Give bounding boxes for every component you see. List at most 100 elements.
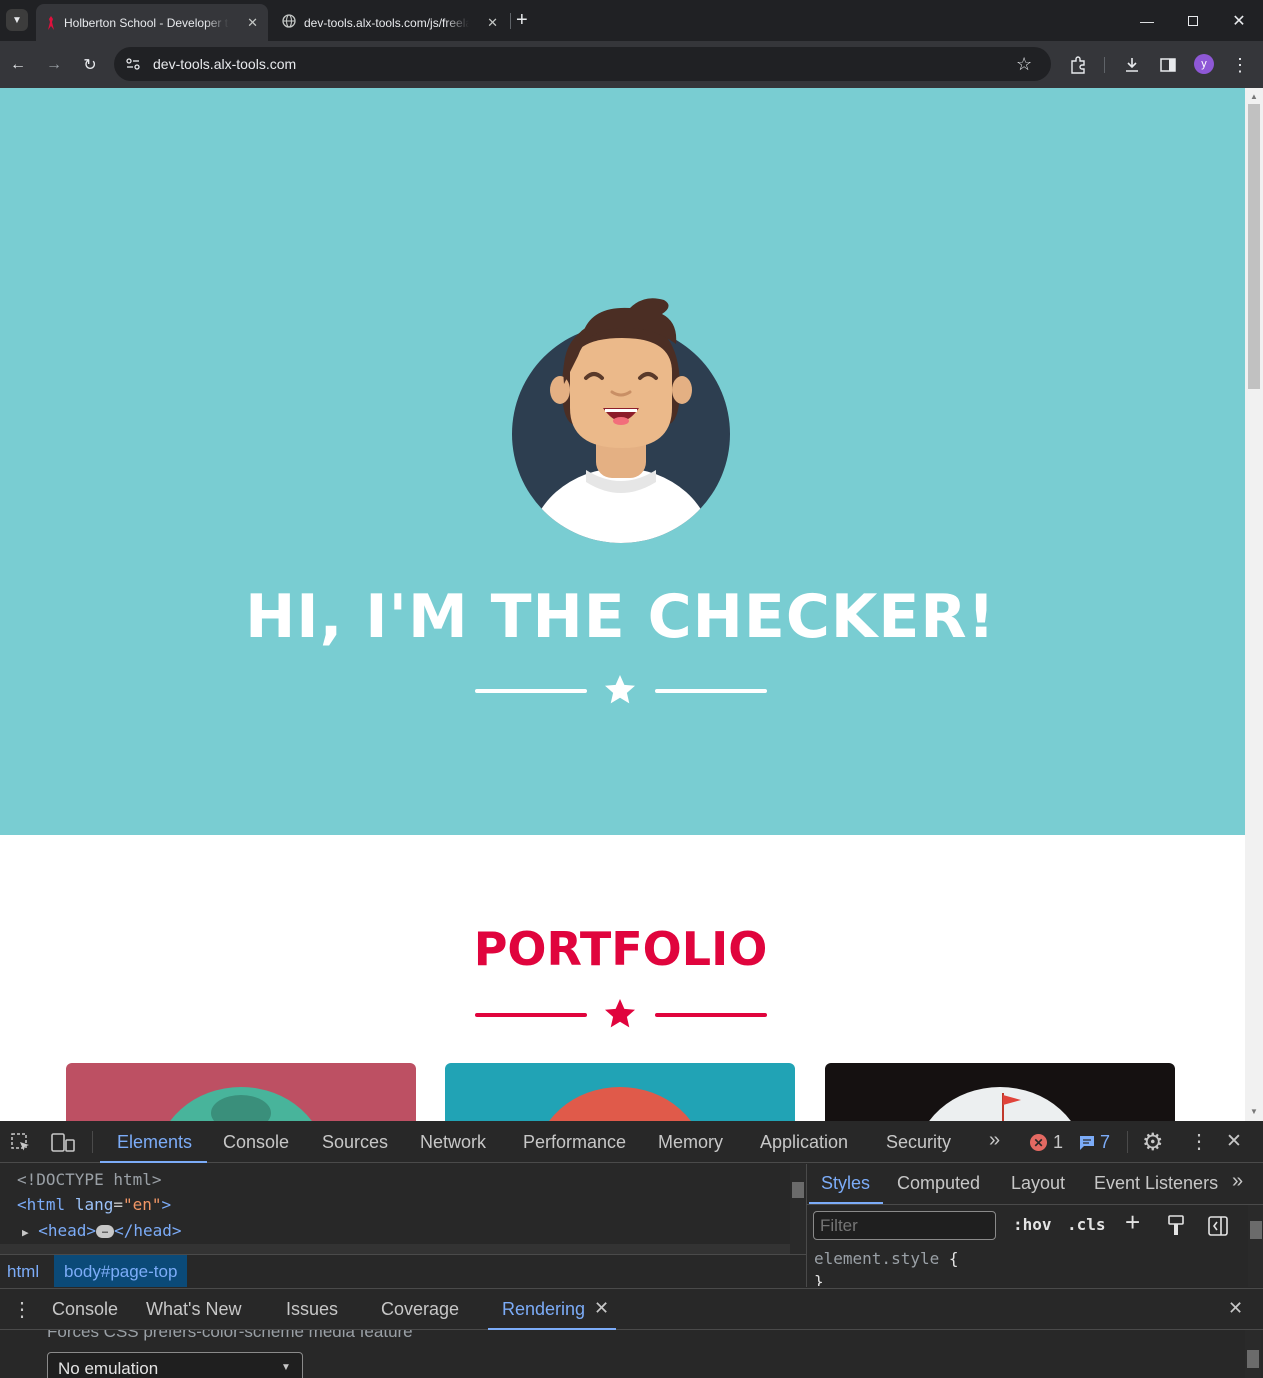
tab-holberton[interactable]: Holberton School - Developer tools ✕ (36, 4, 268, 41)
address-bar[interactable]: dev-tools.alx-tools.com ☆ (114, 47, 1051, 81)
tab-divider (1127, 1131, 1128, 1153)
hero-section: HI, I'M THE CHECKER! (0, 88, 1245, 835)
styles-scrollbar-thumb[interactable] (1250, 1221, 1262, 1239)
close-devtools-icon[interactable]: ✕ (1226, 1130, 1242, 1153)
page-scrollbar[interactable]: ▲ ▼ (1245, 88, 1263, 1121)
profile-avatar[interactable]: y (1194, 54, 1214, 74)
cls-toggle[interactable]: .cls (1067, 1215, 1106, 1234)
toggle-sidebar-icon[interactable] (1207, 1215, 1229, 1242)
element-style-rule[interactable]: element.style { (814, 1249, 959, 1268)
styles-scrollbar[interactable] (1248, 1205, 1263, 1287)
tab-layout[interactable]: Layout (1011, 1173, 1065, 1194)
tab-freelancer-js[interactable]: dev-tools.alx-tools.com/js/freelancer.mi… (272, 4, 508, 41)
head-close-tag: </head> (114, 1221, 182, 1240)
tab-styles[interactable]: Styles (821, 1173, 870, 1194)
portfolio-card-2[interactable] (445, 1063, 795, 1121)
breadcrumb: html body#page-top (0, 1254, 806, 1287)
forward-arrow-icon[interactable]: → (42, 53, 66, 77)
devtools-panel: Elements Console Sources Network Perform… (0, 1121, 1263, 1378)
tab-network[interactable]: Network (420, 1132, 486, 1153)
tab-application[interactable]: Application (760, 1132, 848, 1153)
head-open-tag: <head> (38, 1221, 97, 1240)
drawer-tab-coverage[interactable]: Coverage (381, 1299, 459, 1320)
rendering-panel: Forces CSS prefers-color-scheme media fe… (0, 1330, 1263, 1378)
close-tab-icon[interactable]: ✕ (247, 15, 258, 31)
back-arrow-icon[interactable]: ← (6, 53, 30, 77)
close-drawer-icon[interactable]: ✕ (1228, 1298, 1243, 1319)
new-style-rule-icon[interactable]: + (1125, 1209, 1140, 1235)
scrollbar-thumb[interactable] (1248, 104, 1260, 389)
paint-brush-icon[interactable] (1167, 1215, 1185, 1242)
more-tabs-icon[interactable]: » (989, 1129, 1000, 1152)
tab-search-button[interactable]: ▼ (6, 9, 28, 31)
html-tag-close: > (161, 1195, 172, 1214)
html-open-tag: <html (17, 1195, 66, 1214)
holberton-favicon-icon (46, 15, 56, 30)
reload-icon[interactable]: ↻ (78, 53, 102, 77)
portfolio-star-icon (602, 996, 638, 1037)
tab-performance[interactable]: Performance (523, 1132, 626, 1153)
toolbar-separator (1104, 57, 1105, 73)
tab-memory[interactable]: Memory (658, 1132, 723, 1153)
tab-event-listeners[interactable]: Event Listeners (1094, 1173, 1218, 1194)
tab-title: dev-tools.alx-tools.com/js/freelancer.mi… (304, 15, 469, 30)
hov-toggle[interactable]: :hov (1013, 1215, 1052, 1234)
lang-attr-name: lang (74, 1195, 114, 1214)
error-count[interactable]: 1 (1053, 1132, 1063, 1153)
message-icon[interactable] (1079, 1135, 1095, 1156)
drawer-scrollbar[interactable] (1245, 1330, 1261, 1378)
extensions-icon[interactable] (1066, 53, 1090, 77)
drawer-tab-whats-new[interactable]: What's New (146, 1299, 241, 1320)
breadcrumb-body[interactable]: body#page-top (54, 1255, 188, 1287)
download-icon[interactable] (1120, 53, 1144, 77)
tab-console[interactable]: Console (223, 1132, 289, 1153)
tab-elements[interactable]: Elements (117, 1132, 192, 1153)
close-window-icon[interactable]: ✕ (1216, 0, 1262, 41)
maximize-icon[interactable] (1170, 0, 1216, 41)
devtools-menu-icon[interactable]: ⋮ (1189, 1129, 1209, 1154)
color-scheme-select[interactable]: No emulation ▼ (47, 1352, 303, 1378)
drawer-tab-issues[interactable]: Issues (286, 1299, 338, 1320)
doctype-line[interactable]: <!DOCTYPE html> (17, 1170, 162, 1189)
chrome-menu-icon[interactable]: ⋮ (1228, 53, 1252, 77)
drawer-tabs: ⋮ Console What's New Issues Coverage Ren… (0, 1288, 1263, 1330)
collapsed-ellipsis-badge[interactable]: … (96, 1225, 115, 1238)
settings-gear-icon[interactable]: ⚙ (1142, 1128, 1164, 1157)
elements-scrollbar-thumb[interactable] (792, 1182, 804, 1198)
portfolio-divider-right (655, 1013, 767, 1017)
site-info-icon[interactable] (124, 55, 142, 78)
bookmark-star-icon[interactable]: ☆ (1016, 54, 1032, 75)
drawer-menu-icon[interactable]: ⋮ (12, 1297, 32, 1322)
message-count[interactable]: 7 (1100, 1132, 1110, 1153)
tab-sources[interactable]: Sources (322, 1132, 388, 1153)
elements-scrollbar[interactable] (790, 1164, 806, 1254)
close-rendering-tab-icon[interactable]: ✕ (594, 1298, 609, 1319)
html-tag-line[interactable]: <html lang="en"> (17, 1195, 171, 1214)
device-toolbar-icon[interactable] (50, 1132, 76, 1159)
elements-dom-tree: <!DOCTYPE html> <html lang="en"> ▶ <head… (0, 1164, 806, 1254)
breadcrumb-html[interactable]: html (7, 1262, 39, 1282)
new-tab-icon[interactable]: + (516, 10, 528, 30)
drawer-tab-rendering[interactable]: Rendering (502, 1299, 585, 1320)
styles-filter-input[interactable] (813, 1211, 996, 1240)
element-style-selector: element.style (814, 1249, 940, 1268)
tab-computed[interactable]: Computed (897, 1173, 980, 1194)
lang-attr-value: "en" (122, 1195, 162, 1214)
minimize-icon[interactable]: — (1124, 0, 1170, 41)
inspect-element-icon[interactable] (10, 1132, 32, 1159)
head-tag-line[interactable]: ▶ <head>… </head> (22, 1221, 182, 1240)
tab-security[interactable]: Security (886, 1132, 951, 1153)
scroll-down-icon[interactable]: ▼ (1250, 1107, 1258, 1116)
star-icon (602, 672, 638, 713)
portfolio-card-1[interactable] (66, 1063, 416, 1121)
error-icon[interactable]: ✕ (1030, 1134, 1047, 1151)
portfolio-card-3[interactable] (825, 1063, 1175, 1121)
drawer-scrollbar-thumb[interactable] (1247, 1350, 1259, 1368)
expand-triangle-icon[interactable]: ▶ (22, 1226, 29, 1239)
drawer-tab-console[interactable]: Console (52, 1299, 118, 1320)
close-tab-icon[interactable]: ✕ (487, 15, 498, 31)
body-line-partial[interactable] (0, 1244, 790, 1254)
scroll-up-icon[interactable]: ▲ (1250, 92, 1258, 101)
more-sidebar-tabs-icon[interactable]: » (1232, 1170, 1243, 1193)
side-panel-icon[interactable] (1156, 53, 1180, 77)
